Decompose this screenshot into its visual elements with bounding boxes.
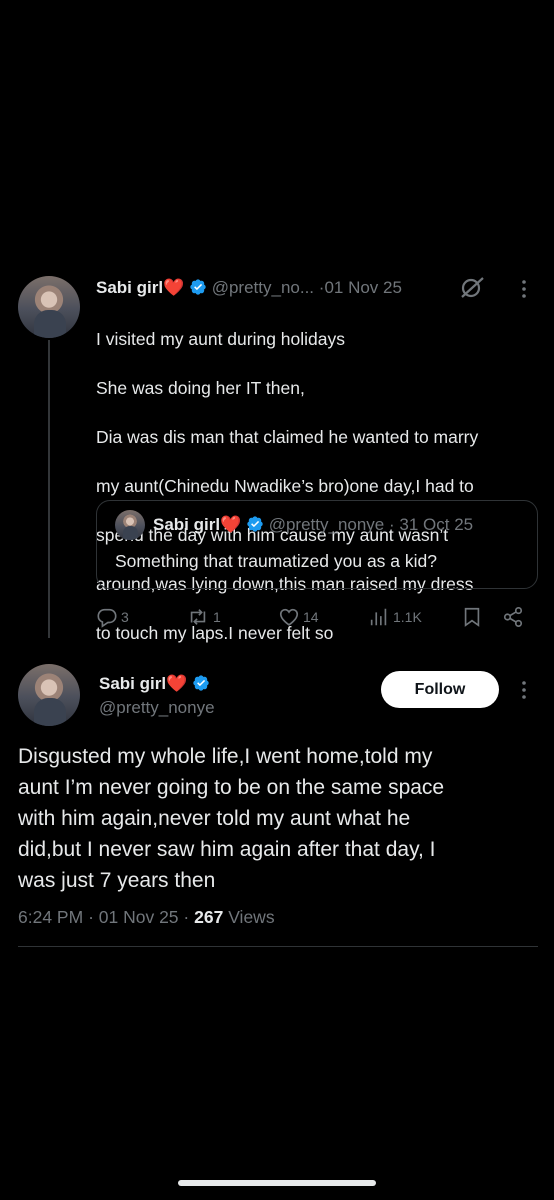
heart-emoji-icon: ❤️: [166, 674, 188, 693]
verified-badge-icon: [247, 516, 263, 532]
quoted-avatar: [115, 510, 145, 540]
views-label: Views: [228, 907, 275, 927]
grok-icon[interactable]: [458, 276, 486, 300]
bookmark-icon[interactable]: [462, 606, 482, 628]
separator: ·: [389, 515, 395, 534]
tweet-text-line: my aunt(Chinedu Nwadike’s bro)one day,I …: [96, 475, 474, 496]
tweet-text-line: did,but I never saw him again after that…: [18, 838, 436, 861]
tweet-text-line: She was doing her IT then,: [96, 377, 305, 398]
display-name[interactable]: Sabi girl: [96, 278, 163, 297]
quoted-handle: @pretty_nonye: [268, 515, 385, 534]
tweet-text-line: aunt I’m never going to be on the same s…: [18, 776, 445, 799]
heart-icon: [279, 608, 299, 626]
quoted-tweet[interactable]: Sabi girl❤️ @pretty_nonye · 31 Oct 25 So…: [96, 500, 538, 589]
repost-button[interactable]: 1: [186, 606, 221, 628]
divider: [18, 946, 538, 947]
repost-count: 1: [213, 609, 221, 625]
quoted-tweet-header: Sabi girl❤️ @pretty_nonye · 31 Oct 25: [153, 513, 473, 537]
quoted-tweet-text: Something that traumatized you as a kid?: [115, 551, 437, 571]
handle[interactable]: @pretty_no...: [212, 278, 314, 297]
repost-icon: [190, 609, 206, 625]
more-dots-icon[interactable]: [520, 279, 528, 299]
reply-count: 3: [121, 609, 129, 625]
like-button[interactable]: 14: [278, 606, 319, 628]
heart-emoji-icon: ❤️: [220, 515, 242, 534]
reply-button[interactable]: 3: [96, 606, 129, 628]
separator: ·: [88, 907, 94, 927]
avatar[interactable]: [18, 664, 80, 726]
tweet-date[interactable]: 01 Nov 25: [99, 907, 179, 927]
quoted-date: 31 Oct 25: [399, 515, 474, 534]
display-name[interactable]: Sabi girl: [99, 674, 166, 693]
parent-tweet-header: Sabi girl❤️ @pretty_no... ·01 Nov 25: [96, 276, 402, 300]
views-button[interactable]: 1.1K: [368, 606, 422, 628]
heart-emoji-icon: ❤️: [163, 278, 185, 297]
tweet-metadata: 6:24 PM · 01 Nov 25 · 267 Views: [18, 905, 275, 929]
quoted-display-name: Sabi girl: [153, 515, 221, 534]
tweet-text-line: was just 7 years then: [18, 869, 216, 892]
action-bar: 3 1 14 1.1K: [96, 606, 536, 632]
tweet-date[interactable]: 01 Nov 25: [324, 278, 402, 297]
views-icon: [370, 608, 387, 626]
verified-badge-icon: [193, 675, 209, 691]
share-icon[interactable]: [502, 606, 524, 628]
avatar[interactable]: [18, 276, 80, 338]
tweet-time[interactable]: 6:24 PM: [18, 907, 83, 927]
more-dots-icon[interactable]: [520, 680, 528, 700]
main-tweet-author: Sabi girl❤️ @pretty_nonye: [99, 672, 215, 720]
like-count: 14: [303, 609, 319, 625]
follow-button[interactable]: Follow: [381, 671, 499, 708]
reply-icon: [97, 608, 117, 628]
tweet-text-line: Disgusted my whole life,I went home,told…: [18, 745, 433, 768]
thread-line: [48, 340, 50, 638]
tweet-text-line: I visited my aunt during holidays: [96, 328, 346, 349]
home-indicator[interactable]: [178, 1180, 376, 1186]
tweet-text-line: Dia was dis man that claimed he wanted t…: [96, 426, 479, 447]
views-count: 1.1K: [393, 609, 422, 625]
separator: ·: [183, 907, 190, 927]
handle[interactable]: @pretty_nonye: [99, 696, 215, 720]
verified-badge-icon: [190, 279, 206, 295]
tweet-text-line: with him again,never told my aunt what h…: [18, 807, 411, 830]
main-tweet-text: Disgusted my whole life,I went home,told…: [18, 741, 543, 896]
views-count[interactable]: 267: [194, 907, 223, 927]
